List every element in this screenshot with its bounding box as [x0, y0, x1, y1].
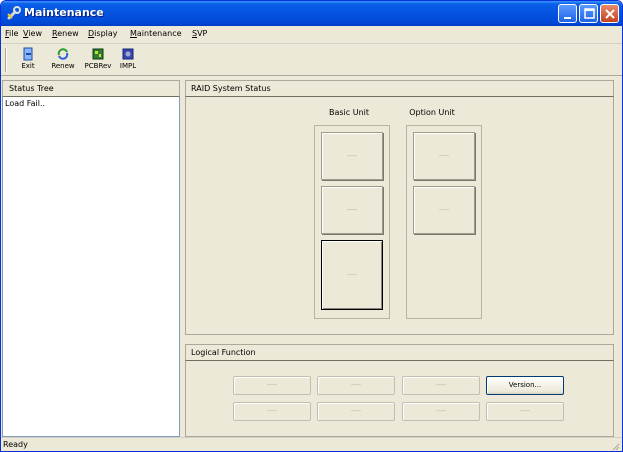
close-icon: [605, 9, 615, 19]
menu-display[interactable]: Display: [88, 29, 118, 38]
toolbar: Exit Renew PCBRev IMPL: [1, 44, 622, 76]
logical-function-button-8[interactable]: ----: [486, 402, 564, 421]
window-title: Maintenance: [24, 6, 104, 19]
option-unit-label: Option Unit: [409, 108, 455, 117]
status-tree-header[interactable]: Status Tree: [2, 80, 180, 97]
status-tree-pane: Status Tree Load Fail..: [2, 80, 180, 437]
menu-bar: File View Renew Display Maintenance SVP: [1, 26, 622, 44]
raid-status-header: RAID System Status: [185, 80, 614, 97]
toolbar-grip: [5, 48, 7, 72]
circuit-board-icon: [92, 48, 104, 60]
exit-button[interactable]: Exit: [13, 47, 43, 75]
renew-button[interactable]: Renew: [48, 47, 78, 75]
version-button[interactable]: Version...: [486, 376, 564, 395]
logical-function-header: Logical Function: [185, 344, 614, 361]
logical-function-button-1[interactable]: ----: [233, 376, 311, 395]
logical-function-button-7[interactable]: ----: [402, 402, 480, 421]
maintenance-window: Maintenance File View Renew Display Main…: [0, 0, 623, 452]
pcbrev-button[interactable]: PCBRev: [83, 47, 113, 75]
menu-renew[interactable]: Renew: [52, 29, 79, 38]
status-tree-message: Load Fail..: [5, 99, 46, 108]
status-bar: Ready: [1, 437, 622, 451]
logical-function-button-2[interactable]: ----: [317, 376, 395, 395]
raid-status-panel: Basic Unit Option Unit ---- ---- ---- --…: [185, 97, 614, 335]
menu-file[interactable]: File: [5, 29, 18, 38]
maximize-button[interactable]: [579, 4, 598, 23]
wrench-icon: [7, 6, 21, 20]
impl-icon: [122, 48, 134, 60]
basic-unit-slot-2[interactable]: ----: [321, 186, 383, 234]
option-unit-slot-2[interactable]: ----: [413, 186, 475, 234]
menu-svp[interactable]: SVP: [192, 29, 207, 38]
logical-function-button-5[interactable]: ----: [233, 402, 311, 421]
basic-unit-slot-1[interactable]: ----: [321, 132, 383, 180]
resize-grip-icon[interactable]: [610, 441, 620, 451]
basic-unit-slot-3[interactable]: ----: [321, 240, 383, 310]
status-tree-view[interactable]: Load Fail..: [2, 97, 180, 437]
menu-maintenance[interactable]: Maintenance: [130, 29, 182, 38]
maximize-icon: [584, 8, 595, 19]
basic-unit-label: Basic Unit: [328, 108, 369, 117]
minimize-icon: [564, 17, 571, 19]
menu-view[interactable]: View: [23, 29, 42, 38]
option-unit-slot-1[interactable]: ----: [413, 132, 475, 180]
close-button[interactable]: [600, 4, 619, 23]
logical-function-button-6[interactable]: ----: [317, 402, 395, 421]
refresh-icon: [57, 48, 69, 60]
impl-button[interactable]: IMPL: [113, 47, 143, 75]
exit-icon: [23, 47, 33, 61]
title-bar[interactable]: Maintenance: [1, 1, 622, 26]
logical-function-panel: ---- ---- ---- Version... ---- ---- ----…: [185, 361, 614, 437]
status-text: Ready: [3, 440, 28, 449]
minimize-button[interactable]: [558, 4, 577, 23]
logical-function-button-3[interactable]: ----: [402, 376, 480, 395]
